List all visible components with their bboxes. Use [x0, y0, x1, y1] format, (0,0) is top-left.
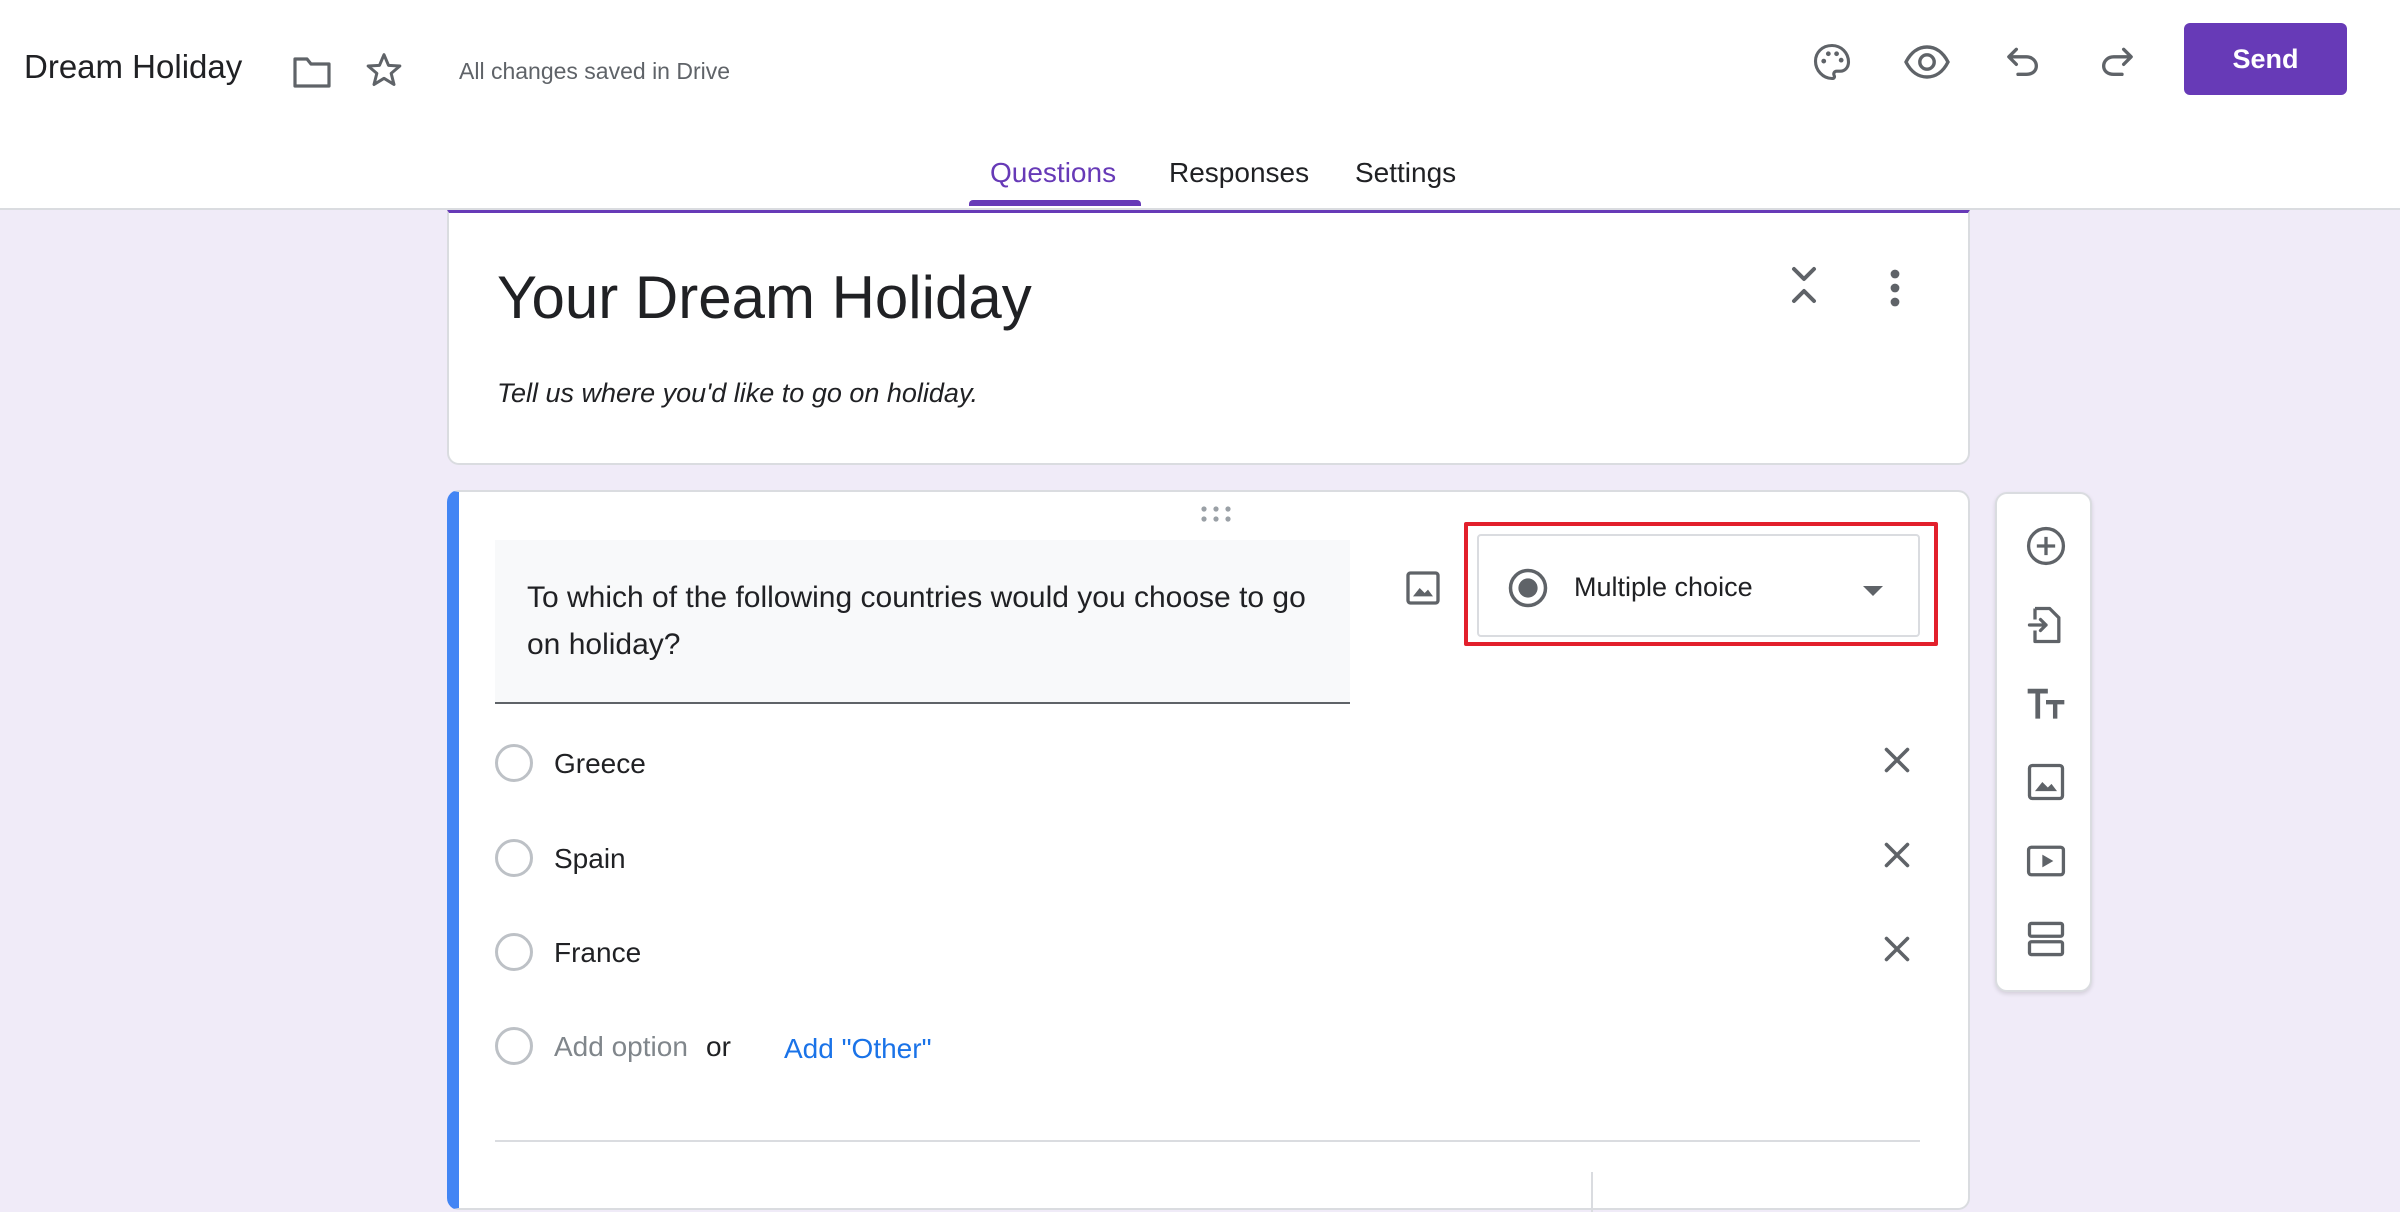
option-row[interactable]: France: [495, 929, 1935, 979]
footer-separator: [1591, 1172, 1593, 1212]
radio-circle-icon: [495, 1027, 533, 1065]
undo-icon[interactable]: [2000, 38, 2046, 84]
tab-questions[interactable]: Questions: [990, 157, 1116, 189]
preview-eye-icon[interactable]: [1902, 38, 1952, 86]
active-tab-indicator: [969, 200, 1141, 206]
star-icon[interactable]: [362, 48, 406, 92]
add-other-link[interactable]: Add "Other": [784, 1033, 932, 1065]
question-text: To which of the following countries woul…: [527, 581, 1306, 661]
add-video-icon[interactable]: [2024, 839, 2068, 883]
form-header-card[interactable]: Your Dream Holiday Tell us where you'd l…: [447, 210, 1970, 465]
tab-bar: Questions Responses Settings: [0, 145, 2400, 210]
redo-icon[interactable]: [2094, 38, 2140, 84]
add-question-icon[interactable]: [2024, 524, 2068, 568]
tab-settings[interactable]: Settings: [1355, 157, 1456, 189]
card-divider: [495, 1140, 1920, 1142]
remove-option-icon[interactable]: [1879, 931, 1915, 972]
option-row[interactable]: Greece: [495, 740, 1935, 790]
drag-handle-icon[interactable]: [1199, 504, 1233, 529]
add-option-row: Add option or Add "Other": [495, 1023, 1935, 1073]
option-row[interactable]: Spain: [495, 835, 1935, 885]
option-label[interactable]: Spain: [554, 843, 626, 875]
palette-icon[interactable]: [1808, 38, 1856, 86]
more-options-icon[interactable]: [1883, 268, 1907, 308]
radio-circle-icon: [495, 839, 533, 877]
add-title-icon[interactable]: [2024, 682, 2068, 726]
document-title[interactable]: Dream Holiday: [24, 48, 242, 86]
option-label[interactable]: France: [554, 937, 641, 969]
question-card[interactable]: To which of the following countries woul…: [447, 490, 1970, 1212]
question-title-field[interactable]: To which of the following countries woul…: [495, 540, 1350, 704]
form-description[interactable]: Tell us where you'd like to go on holida…: [497, 378, 978, 409]
add-option-field[interactable]: Add option: [554, 1031, 688, 1063]
question-type-label: Multiple choice: [1574, 572, 1753, 602]
option-label[interactable]: Greece: [554, 748, 646, 780]
add-section-icon[interactable]: [2024, 917, 2068, 961]
remove-option-icon[interactable]: [1879, 742, 1915, 783]
remove-option-icon[interactable]: [1879, 837, 1915, 878]
form-title[interactable]: Your Dream Holiday: [497, 263, 1032, 332]
radio-button-icon: [1507, 567, 1549, 609]
app-header: Dream Holiday All changes saved in Drive…: [0, 0, 2400, 210]
import-questions-icon[interactable]: [2024, 603, 2068, 647]
radio-circle-icon: [495, 744, 533, 782]
dropdown-arrow-icon: [1861, 584, 1885, 598]
folder-icon[interactable]: [290, 50, 334, 94]
image-icon[interactable]: [1403, 568, 1447, 612]
save-status-text: All changes saved in Drive: [459, 58, 731, 84]
send-button[interactable]: Send: [2184, 23, 2347, 95]
radio-circle-icon: [495, 933, 533, 971]
or-text: or: [706, 1031, 731, 1062]
question-type-dropdown[interactable]: Multiple choice: [1477, 534, 1920, 637]
tab-responses[interactable]: Responses: [1169, 157, 1309, 189]
collapse-icon[interactable]: [1784, 263, 1824, 307]
add-image-icon[interactable]: [2024, 760, 2068, 804]
side-toolbar: [1995, 492, 2092, 992]
